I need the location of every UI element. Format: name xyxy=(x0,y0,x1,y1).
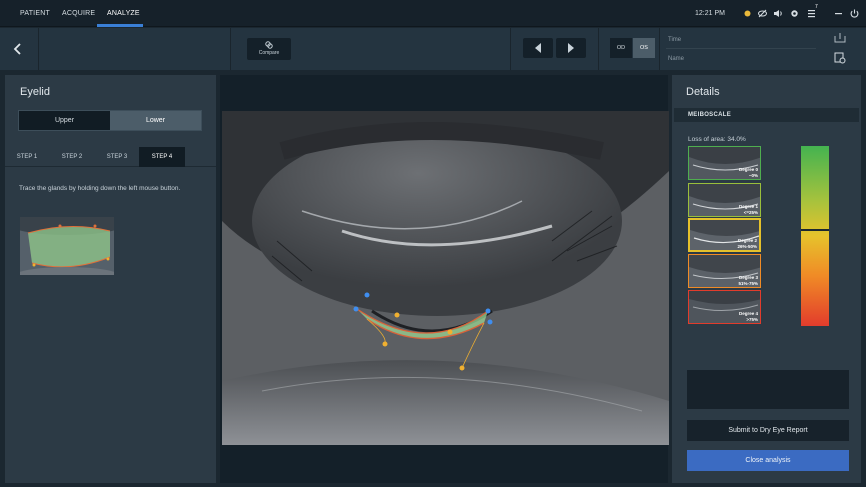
tab-analyze[interactable]: ANALYZE xyxy=(107,0,140,27)
notes-area xyxy=(687,370,849,409)
grade-label: Degree 1 <=25% xyxy=(738,204,758,215)
submit-dry-eye-report-button[interactable]: Submit to Dry Eye Report xyxy=(687,420,849,441)
tab-step-3[interactable]: STEP 3 xyxy=(95,147,139,167)
od-eye-button[interactable]: OD xyxy=(610,38,632,58)
previous-image-button[interactable] xyxy=(523,38,553,58)
status-dot-icon xyxy=(744,10,751,17)
eyelid-panel: Eyelid Upper Lower STEP 1 STEP 2 STEP 3 … xyxy=(5,75,216,483)
name-label: Name xyxy=(668,56,685,62)
close-analysis-button[interactable]: Close analysis xyxy=(687,450,849,471)
clock: 12:21 PM xyxy=(695,10,725,17)
tab-step-1[interactable]: STEP 1 xyxy=(5,147,49,167)
grade-degree-4[interactable]: Degree 4 >75% xyxy=(688,290,761,324)
export-icon[interactable] xyxy=(834,33,846,43)
top-navigation: PATIENT ACQUIRE ANALYZE 12:21 PM 7 xyxy=(0,0,866,27)
meiboscale-header: MEIBOSCALE xyxy=(674,108,859,122)
grade-degree-0[interactable]: Degree 0 ~0% xyxy=(688,146,761,180)
scale-marker xyxy=(801,229,829,231)
lower-eyelid-image[interactable] xyxy=(222,111,669,445)
grade-label: Degree 2 26%-50% xyxy=(737,238,757,249)
os-eye-button[interactable]: OS xyxy=(633,38,655,58)
toolbar-divider xyxy=(659,28,660,70)
tab-patient[interactable]: PATIENT xyxy=(20,0,50,27)
instruction-text: Trace the glands by holding down the lef… xyxy=(19,185,181,192)
settings-document-icon[interactable] xyxy=(834,52,846,64)
toolbar-divider xyxy=(230,28,231,70)
upper-lid-option[interactable]: Upper xyxy=(19,111,110,130)
tab-acquire[interactable]: ACQUIRE xyxy=(62,0,95,27)
toolbar-divider xyxy=(510,28,511,70)
minimize-icon[interactable] xyxy=(833,8,844,19)
power-icon[interactable] xyxy=(849,8,860,19)
details-title: Details xyxy=(686,86,720,98)
details-panel: Details MEIBOSCALE Loss of area: 34.0% D… xyxy=(672,75,861,483)
eyelid-selector: Upper Lower xyxy=(18,110,202,131)
grade-degree-1[interactable]: Degree 1 <=25% xyxy=(688,183,761,217)
lower-lid-option[interactable]: Lower xyxy=(110,111,201,130)
grade-degree-3[interactable]: Degree 3 51%-75% xyxy=(688,254,761,288)
gear-icon[interactable] xyxy=(789,8,800,19)
compare-button[interactable]: Compare xyxy=(247,38,291,60)
active-tab-indicator xyxy=(97,24,143,27)
next-image-button[interactable] xyxy=(556,38,586,58)
step-tabs: STEP 1 STEP 2 STEP 3 STEP 4 xyxy=(5,147,216,167)
compare-label: Compare xyxy=(258,50,280,56)
loss-of-area: Loss of area: 34.0% xyxy=(688,136,746,143)
triangle-left-icon xyxy=(535,43,541,53)
meiboscale-color-bar xyxy=(801,146,829,326)
back-arrow-icon[interactable] xyxy=(8,39,28,59)
grade-degree-2[interactable]: Degree 2 26%-50% xyxy=(688,218,761,252)
meta-divider xyxy=(666,48,816,49)
triangle-right-icon xyxy=(568,43,574,53)
toolbar-divider xyxy=(598,28,599,70)
volume-icon[interactable] xyxy=(773,8,784,19)
panel-title: Eyelid xyxy=(20,86,50,98)
grade-label: Degree 4 >75% xyxy=(738,311,758,322)
notification-count: 7 xyxy=(815,4,818,10)
toolbar: Compare OD OS Time Name xyxy=(0,28,866,70)
grade-label: Degree 0 ~0% xyxy=(738,167,758,178)
grade-label: Degree 3 51%-75% xyxy=(738,275,758,286)
toolbar-divider xyxy=(38,28,39,70)
visibility-icon[interactable] xyxy=(757,8,768,19)
time-label: Time xyxy=(668,37,682,43)
tab-step-4[interactable]: STEP 4 xyxy=(139,147,185,167)
tab-step-2[interactable]: STEP 2 xyxy=(49,147,95,167)
tracing-example-thumbnail xyxy=(20,217,114,275)
compare-icon xyxy=(265,41,273,49)
